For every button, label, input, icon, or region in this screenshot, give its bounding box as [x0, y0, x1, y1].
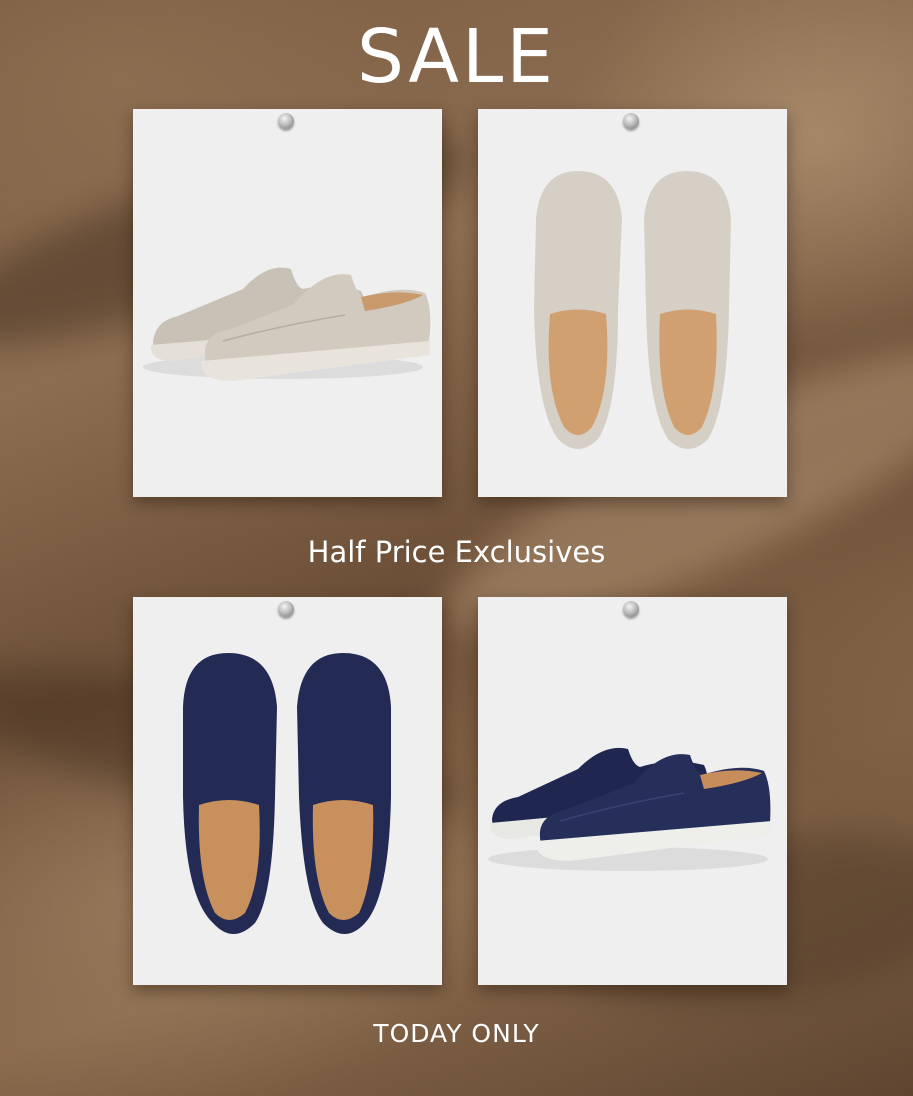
navy-loafer-top-image — [183, 653, 391, 934]
product-card-navy-side[interactable] — [478, 597, 787, 985]
pin-icon — [623, 601, 639, 617]
stone-loafer-side-image — [143, 267, 431, 381]
product-card-stone-side[interactable] — [133, 109, 442, 497]
pin-icon — [623, 113, 639, 129]
stone-loafer-top-image — [534, 171, 731, 449]
pin-icon — [278, 113, 294, 129]
product-card-navy-top[interactable] — [133, 597, 442, 985]
promo-subtitle: Half Price Exclusives — [307, 535, 606, 569]
product-card-stone-top[interactable] — [478, 109, 787, 497]
pin-icon — [278, 601, 294, 617]
today-only-label: TODAY ONLY — [373, 1019, 540, 1048]
navy-loafer-side-image — [488, 747, 772, 871]
sale-title: SALE — [357, 14, 556, 100]
